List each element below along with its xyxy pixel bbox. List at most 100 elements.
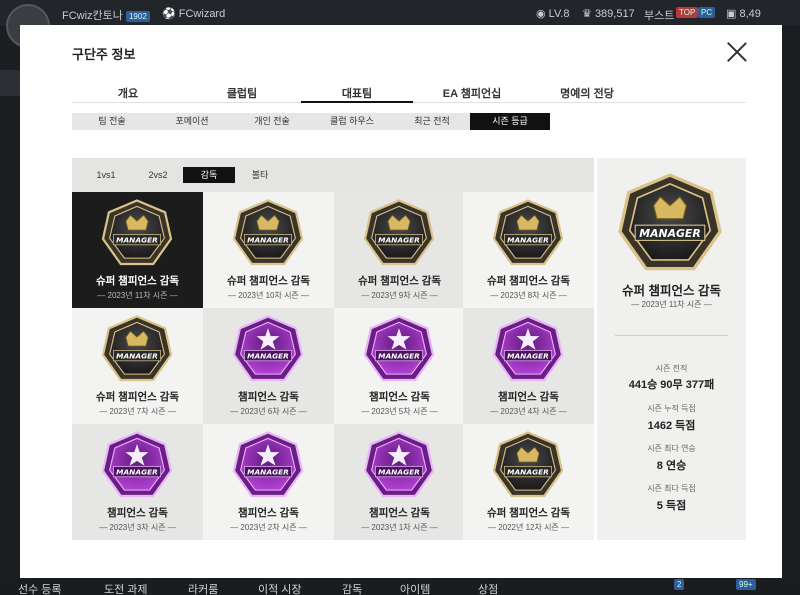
stat-label-win-streak: 시즌 최다 연승 xyxy=(647,444,696,453)
coach-icon: ⚽ xyxy=(162,8,176,20)
grade-name: 챔피언스 감독 xyxy=(498,391,559,403)
tab-national-team[interactable]: 대표팀 xyxy=(301,85,413,103)
stat-label-goals: 시즌 누적 득점 xyxy=(647,404,696,413)
tab-ea-championship[interactable]: EA 챔피언십 xyxy=(416,85,528,103)
detail-grade-name: 슈퍼 챔피언스 감독 xyxy=(622,284,721,298)
bottom-nav-bar: 선수 등록 도전 과제 라커룸 이적 시장 감독 아이템 상점 2 99+ xyxy=(0,577,800,595)
message-badge: 99+ xyxy=(736,579,756,590)
grade-card[interactable]: MANAGER 챔피언스 감독 — 2023년 5차 시즌 — xyxy=(334,308,465,424)
grade-card[interactable]: MANAGER 챔피언스 감독 — 2023년 1차 시즌 — xyxy=(334,424,465,540)
coach-name-group: ⚽ FCwizard xyxy=(162,7,225,20)
grade-season: — 2023년 2차 시즌 — xyxy=(230,523,307,532)
super-champions-badge-icon: MANAGER xyxy=(362,199,436,267)
tab-overview[interactable]: 개요 xyxy=(72,85,184,103)
subtab-formation[interactable]: 포메이션 xyxy=(152,113,232,130)
champions-badge-icon: MANAGER xyxy=(100,431,174,499)
grade-season: — 2023년 9차 시즌 — xyxy=(361,291,438,300)
super-champions-badge-icon: MANAGER xyxy=(491,431,565,499)
grade-detail-panel: MANAGER 슈퍼 챔피언스 감독 — 2023년 11차 시즌 — 시즌 전… xyxy=(597,158,746,540)
nav-transfer-market[interactable]: 이적 시장 xyxy=(258,581,302,595)
grade-season: — 2022년 12차 시즌 — xyxy=(487,523,570,532)
subtab-team-tactics[interactable]: 팀 전술 xyxy=(72,113,152,130)
grade-name: 슈퍼 챔피언스 감독 xyxy=(95,275,180,287)
mode-tab-bar: 1vs1 2vs2 감독 볼타 xyxy=(72,158,594,192)
background-panel xyxy=(0,70,20,96)
mode-tab-manager[interactable]: 감독 xyxy=(183,167,235,183)
subtab-individual-tactics[interactable]: 개인 전술 xyxy=(232,113,312,130)
nav-locker-room[interactable]: 라커룸 xyxy=(188,581,218,595)
svg-text:MANAGER: MANAGER xyxy=(116,352,158,361)
grade-card[interactable]: MANAGER 슈퍼 챔피언스 감독 — 2023년 9차 시즌 — xyxy=(334,192,465,308)
nav-shop[interactable]: 상점 xyxy=(478,581,498,595)
username-text: FCwiz칸토나 xyxy=(62,10,123,22)
points-text: 389,517 xyxy=(594,8,635,20)
grade-season: — 2023년 8차 시즌 — xyxy=(490,291,567,300)
top-status-bar: FCwiz칸토나 1902 ⚽ FCwizard ◉ LV.8 ♛ 389,51… xyxy=(0,0,800,48)
grade-season: — 2023년 6차 시즌 — xyxy=(230,407,307,416)
level-group: ◉ LV.8 xyxy=(536,7,569,20)
svg-text:MANAGER: MANAGER xyxy=(507,468,549,477)
grade-card[interactable]: MANAGER 슈퍼 챔피언스 감독 — 2022년 12차 시즌 — xyxy=(463,424,594,540)
grade-card[interactable]: MANAGER 슈퍼 챔피언스 감독 — 2023년 8차 시즌 — xyxy=(463,192,594,308)
svg-text:MANAGER: MANAGER xyxy=(378,352,420,361)
subtab-recent-record[interactable]: 최근 전적 xyxy=(392,113,472,130)
grade-grid: MANAGER 슈퍼 챔피언스 감독 — 2023년 11차 시즌 — MANAGER… xyxy=(72,192,594,540)
stat-value-max-goals: 5 득점 xyxy=(656,500,687,512)
grade-name: 챔피언스 감독 xyxy=(369,507,430,519)
mode-tab-2vs2[interactable]: 2vs2 xyxy=(132,167,184,183)
nav-manager[interactable]: 감독 xyxy=(342,581,362,595)
subtab-season-grade[interactable]: 시즌 등급 xyxy=(470,113,550,130)
top-tag: TOP xyxy=(676,7,699,18)
grade-name: 슈퍼 챔피언스 감독 xyxy=(357,275,442,287)
champions-badge-icon: MANAGER xyxy=(491,315,565,383)
mode-tab-1vs1[interactable]: 1vs1 xyxy=(80,167,132,183)
grade-name: 슈퍼 챔피언스 감독 xyxy=(95,391,180,403)
tab-club-team[interactable]: 클럽팀 xyxy=(186,85,298,103)
season-grade-panel: 1vs1 2vs2 감독 볼타 MANAGER 슈퍼 챔피언스 감독 — 2023년… xyxy=(72,158,594,540)
cash-icon: ▣ xyxy=(726,8,737,20)
svg-text:MANAGER: MANAGER xyxy=(247,352,289,361)
nav-challenges[interactable]: 도전 과제 xyxy=(104,581,148,595)
grade-card[interactable]: MANAGER 챔피언스 감독 — 2023년 3차 시즌 — xyxy=(72,424,203,540)
super-champions-badge-icon: MANAGER xyxy=(100,199,174,267)
manager-badge-icon: MANAGER xyxy=(615,173,725,273)
grade-card[interactable]: MANAGER 슈퍼 챔피언스 감독 — 2023년 11차 시즌 — xyxy=(72,192,203,308)
super-champions-badge-icon: MANAGER xyxy=(491,199,565,267)
grade-card[interactable]: MANAGER 슈퍼 챔피언스 감독 — 2023년 10차 시즌 — xyxy=(203,192,334,308)
tab-hall-of-fame[interactable]: 명예의 전당 xyxy=(531,85,643,103)
grade-season: — 2023년 4차 시즌 — xyxy=(490,407,567,416)
grade-card[interactable]: MANAGER 챔피언스 감독 — 2023년 2차 시즌 — xyxy=(203,424,334,540)
points-group: ♛ 389,517 xyxy=(582,7,635,20)
svg-text:MANAGER: MANAGER xyxy=(507,352,549,361)
grade-name: 슈퍼 챔피언스 감독 xyxy=(486,507,571,519)
grade-season: — 2023년 1차 시즌 — xyxy=(361,523,438,532)
stat-value-goals: 1462 득점 xyxy=(647,420,696,432)
grade-card[interactable]: MANAGER 슈퍼 챔피언스 감독 — 2023년 7차 시즌 — xyxy=(72,308,203,424)
stat-label-max-goals: 시즌 최다 득점 xyxy=(647,484,696,493)
cash-group: ▣ 8,49 xyxy=(726,7,761,20)
grade-card[interactable]: MANAGER 챔피언스 감독 — 2023년 6차 시즌 — xyxy=(203,308,334,424)
stat-value-win-streak: 8 연승 xyxy=(656,460,687,472)
super-champions-badge-icon: MANAGER xyxy=(231,199,305,267)
close-icon[interactable] xyxy=(726,41,748,63)
grade-card[interactable]: MANAGER 챔피언스 감독 — 2023년 4차 시즌 — xyxy=(463,308,594,424)
grade-name: 챔피언스 감독 xyxy=(238,391,299,403)
modal-title: 구단주 정보 xyxy=(72,47,136,62)
grade-name: 챔피언스 감독 xyxy=(238,507,299,519)
grade-name: 챔피언스 감독 xyxy=(107,507,168,519)
champions-badge-icon: MANAGER xyxy=(362,315,436,383)
level-text: LV.8 xyxy=(548,8,570,20)
nav-items[interactable]: 아이템 xyxy=(400,581,430,595)
subtab-club-house[interactable]: 클럽 하우스 xyxy=(312,113,392,130)
username: FCwiz칸토나 1902 xyxy=(62,7,150,23)
grade-season: — 2023년 10차 시즌 — xyxy=(227,291,310,300)
champions-badge-icon: MANAGER xyxy=(231,315,305,383)
svg-text:MANAGER: MANAGER xyxy=(378,468,420,477)
champions-badge-icon: MANAGER xyxy=(362,431,436,499)
coach-name: FCwizard xyxy=(178,8,226,20)
stat-label-record: 시즌 전적 xyxy=(655,364,688,373)
nav-register-players[interactable]: 선수 등록 xyxy=(18,581,62,595)
super-champions-badge-icon: MANAGER xyxy=(100,315,174,383)
mode-tab-volta[interactable]: 볼타 xyxy=(234,167,286,183)
svg-text:MANAGER: MANAGER xyxy=(378,236,420,245)
